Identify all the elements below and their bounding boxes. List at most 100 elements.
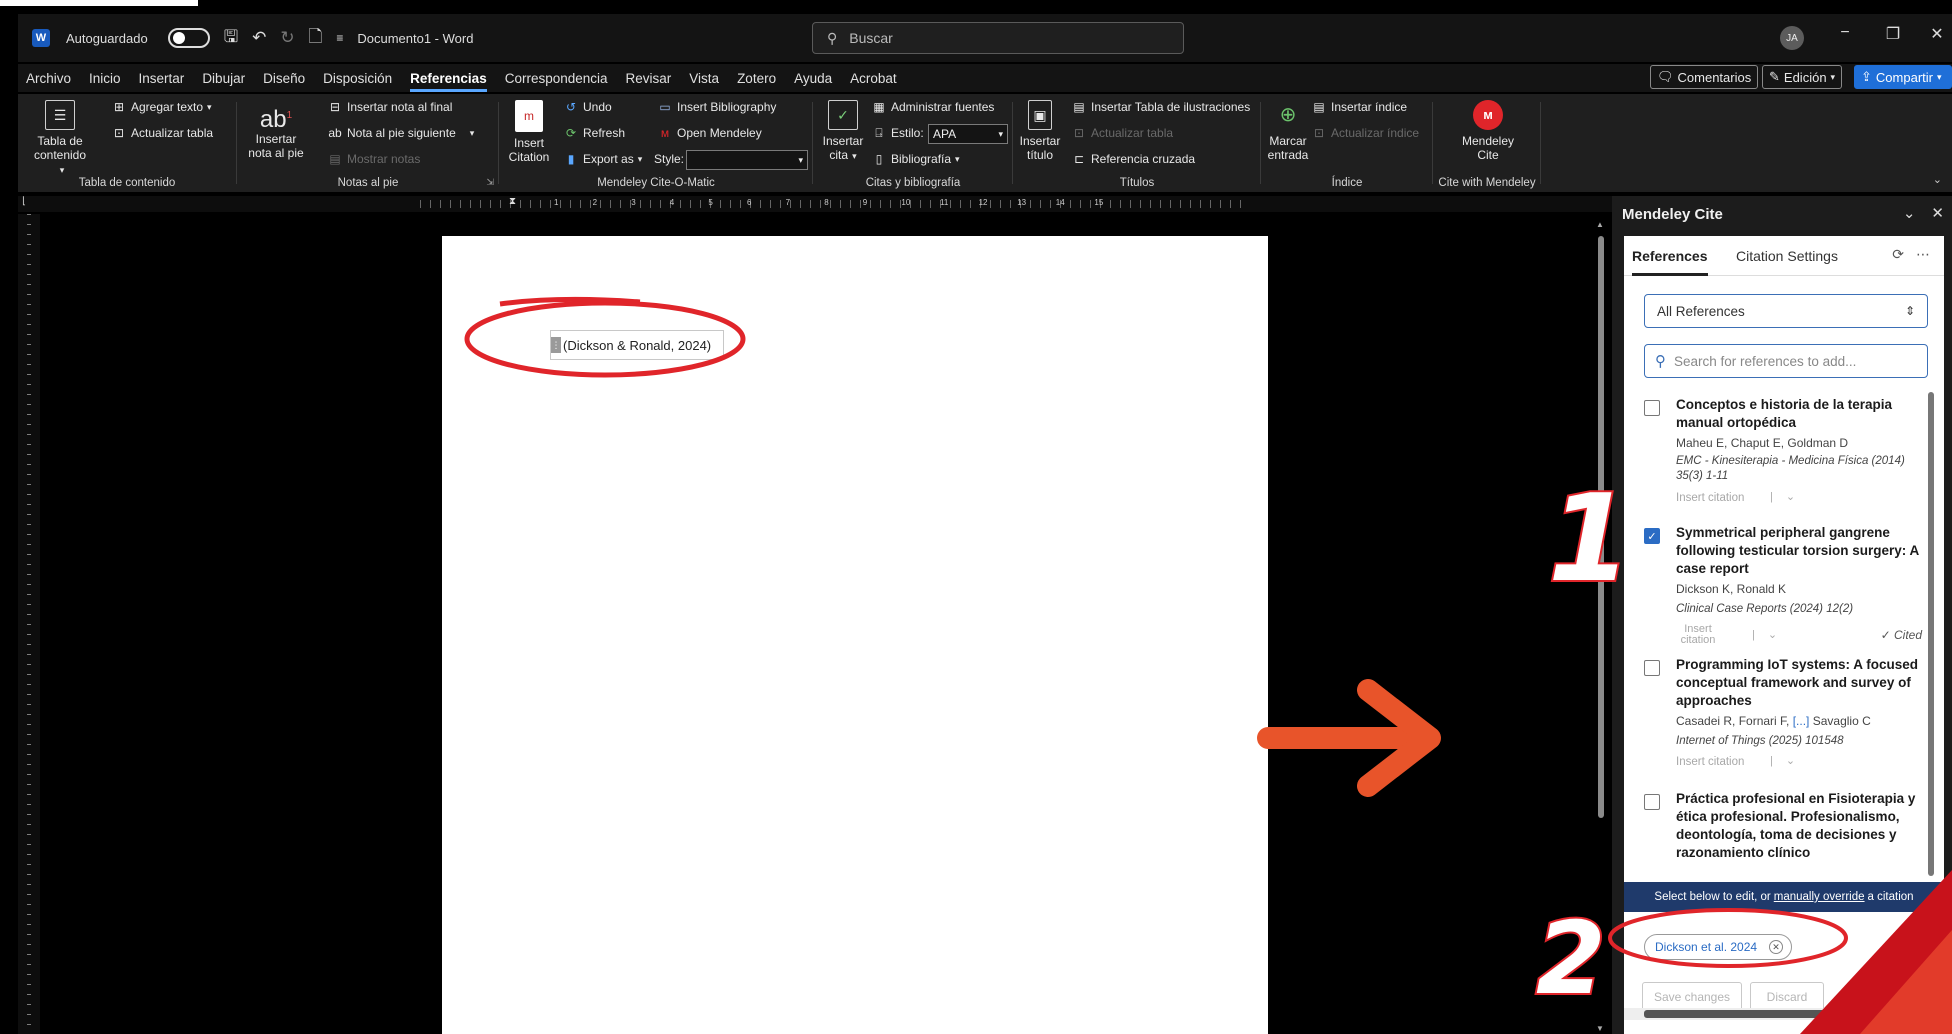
insert-citation-line-2: citation bbox=[1680, 634, 1716, 646]
scroll-up-icon[interactable]: ▲ bbox=[1596, 220, 1604, 229]
bibliography-button[interactable]: ▯ Bibliografía ▾ bbox=[872, 152, 960, 166]
new-document-icon[interactable]: 🗋 bbox=[309, 24, 323, 53]
insert-endnote-button[interactable]: ⊟ Insertar nota al final bbox=[328, 100, 452, 114]
reference-search-input[interactable]: ⚲ Search for references to add... bbox=[1644, 344, 1928, 378]
insert-footnote-button[interactable]: ab1 Insertar nota al pie bbox=[246, 100, 306, 160]
comments-button[interactable]: 🗨 Comentarios bbox=[1650, 65, 1759, 89]
sync-icon[interactable]: ⟳ bbox=[1892, 246, 1904, 262]
chevron-down-icon[interactable]: ⌄ bbox=[1768, 629, 1777, 641]
chevron-down-icon[interactable]: ⌄ bbox=[1786, 755, 1795, 767]
search-box[interactable]: ⚲ Buscar bbox=[812, 22, 1184, 54]
annotation-number-1: 1 bbox=[1546, 468, 1633, 611]
style-select[interactable]: ▾ bbox=[686, 150, 808, 170]
tab-inicio[interactable]: Inicio bbox=[89, 71, 121, 86]
citation-chip[interactable]: Dickson et al. 2024 ✕ bbox=[1644, 934, 1793, 960]
mendeley-cite-button[interactable]: ᴍ Mendeley Cite bbox=[1448, 100, 1528, 162]
reference-checkbox[interactable] bbox=[1644, 660, 1660, 676]
tab-diseno[interactable]: Diseño bbox=[263, 71, 305, 86]
citation-field[interactable]: ⋮ (Dickson & Ronald, 2024) bbox=[550, 330, 724, 360]
ruler-number: 12 bbox=[978, 198, 988, 207]
menu-bar: Archivo Inicio Insertar Dibujar Diseño D… bbox=[18, 64, 1952, 92]
next-footnote-button[interactable]: ab Nota al pie siguiente ▾ bbox=[328, 126, 474, 140]
refresh-button[interactable]: ⟳ Refresh bbox=[564, 126, 625, 140]
open-mendeley-button[interactable]: ᴍ Open Mendeley bbox=[658, 126, 762, 140]
vertical-ruler[interactable] bbox=[18, 214, 40, 1034]
manually-override-link[interactable]: manually override bbox=[1774, 891, 1865, 903]
tab-vista[interactable]: Vista bbox=[689, 71, 719, 86]
group-captions: ▣ Insertar título ▤ Insertar Tabla de ilu… bbox=[1014, 94, 1260, 192]
reference-checkbox[interactable] bbox=[1644, 794, 1660, 810]
indent-marker-icon[interactable]: ⧗ bbox=[509, 196, 517, 212]
redo-icon[interactable]: ↻ bbox=[280, 28, 294, 48]
table-of-contents-button[interactable]: ☰ Tabla de contenido▾ bbox=[32, 100, 88, 177]
tab-citation-settings[interactable]: Citation Settings bbox=[1736, 248, 1838, 264]
save-icon[interactable]: 🖫 bbox=[224, 24, 238, 53]
insert-table-of-figures-button[interactable]: ▤ Insertar Tabla de ilustraciones bbox=[1072, 100, 1250, 114]
document-page[interactable]: ⋮ (Dickson & Ronald, 2024) bbox=[442, 236, 1268, 1034]
update-index-button[interactable]: ⊡ Actualizar índice bbox=[1312, 126, 1419, 140]
tab-references[interactable]: References bbox=[1632, 248, 1708, 276]
tab-ayuda[interactable]: Ayuda bbox=[794, 71, 832, 86]
reference-checkbox-checked[interactable]: ✓ bbox=[1644, 528, 1660, 544]
tab-zotero[interactable]: Zotero bbox=[737, 71, 776, 86]
chevron-down-icon[interactable]: ⌄ bbox=[1786, 491, 1795, 503]
insert-citation-button[interactable]: m Insert Citation bbox=[506, 100, 552, 164]
ribbon-separator bbox=[812, 102, 813, 184]
horizontal-ruler[interactable]: 1 2 3 4 5 6 7 8 9 10 11 12 13 14 15 ⧗ bbox=[18, 196, 1612, 212]
export-icon: ▮ bbox=[567, 152, 575, 166]
customize-toolbar-icon[interactable]: ≡ bbox=[336, 31, 343, 45]
close-icon[interactable]: ✕ bbox=[1922, 24, 1952, 44]
export-as-button[interactable]: ▮ Export as ▾ bbox=[564, 152, 643, 166]
citation-style-select[interactable]: APA ▾ bbox=[928, 124, 1008, 144]
insert-index-button[interactable]: ▤ Insertar índice bbox=[1312, 100, 1407, 114]
tab-insertar[interactable]: Insertar bbox=[139, 71, 185, 86]
insert-bibliography-button[interactable]: ▭ Insert Bibliography bbox=[658, 100, 776, 114]
undo-button[interactable]: ↺ Undo bbox=[564, 100, 612, 114]
insert-citation-link[interactable]: Insert citation bbox=[1676, 756, 1744, 768]
insert-citation-link[interactable]: Insert citation bbox=[1668, 624, 1728, 646]
tab-referencias[interactable]: Referencias bbox=[410, 71, 487, 92]
minimize-icon[interactable]: − bbox=[1830, 24, 1860, 42]
remove-citation-icon[interactable]: ✕ bbox=[1769, 940, 1784, 954]
avatar[interactable]: JA bbox=[1780, 26, 1804, 50]
scroll-down-icon[interactable]: ▼ bbox=[1596, 1024, 1604, 1033]
update-figures-table-button[interactable]: ⊡ Actualizar tabla bbox=[1072, 126, 1173, 140]
drag-handle-icon[interactable]: ⋮ bbox=[551, 337, 561, 353]
cited-status: ✓ Cited bbox=[1880, 628, 1922, 642]
tab-selector-icon[interactable]: ⌊ bbox=[22, 196, 26, 207]
mark-entry-button[interactable]: ⊕ Marcar entrada bbox=[1264, 100, 1312, 162]
reference-journal: Internet of Things (2025) 101548 bbox=[1676, 735, 1844, 747]
reference-checkbox[interactable] bbox=[1644, 400, 1660, 416]
insert-cite-button[interactable]: ✓ Insertar cita ▾ bbox=[820, 100, 866, 163]
manage-sources-button[interactable]: ▦ Administrar fuentes bbox=[872, 100, 994, 114]
tab-archivo[interactable]: Archivo bbox=[26, 71, 71, 86]
cross-reference-button[interactable]: ⊏ Referencia cruzada bbox=[1072, 152, 1195, 166]
insert-citation-link[interactable]: Insert citation bbox=[1676, 492, 1744, 504]
ruler-numbers: 1 2 3 4 5 6 7 8 9 10 11 12 13 14 15 bbox=[18, 197, 1612, 211]
close-icon[interactable]: ✕ bbox=[1931, 205, 1944, 222]
update-table-button[interactable]: ⊡ Actualizar tabla bbox=[112, 126, 213, 140]
more-options-icon[interactable]: ⋯ bbox=[1916, 246, 1930, 262]
tab-dibujar[interactable]: Dibujar bbox=[202, 71, 245, 86]
restore-icon[interactable]: ❐ bbox=[1878, 24, 1908, 44]
undo-icon[interactable]: ↶ bbox=[252, 28, 266, 48]
library-select[interactable]: All References ⇕ bbox=[1644, 294, 1928, 328]
pane-horizontal-scrollbar-thumb[interactable] bbox=[1644, 1010, 1884, 1018]
pane-scrollbar[interactable] bbox=[1928, 392, 1934, 876]
tab-correspondencia[interactable]: Correspondencia bbox=[505, 71, 608, 86]
autosave-toggle[interactable] bbox=[167, 28, 210, 48]
tab-acrobat[interactable]: Acrobat bbox=[850, 71, 897, 86]
show-notes-button[interactable]: ▤ Mostrar notas bbox=[328, 152, 420, 166]
share-button[interactable]: ⇪ Compartir ▾ bbox=[1854, 65, 1952, 89]
editing-mode-button[interactable]: ✎ Edición ▾ bbox=[1762, 65, 1843, 89]
insert-caption-button[interactable]: ▣ Insertar título bbox=[1018, 100, 1062, 162]
authors-expand-link[interactable]: [...] bbox=[1793, 714, 1810, 728]
chevron-down-icon[interactable]: ⌄ bbox=[1903, 205, 1916, 222]
dialog-launcher-icon[interactable]: ⇲ bbox=[486, 177, 494, 188]
add-text-button[interactable]: ⊞ Agregar texto ▾ bbox=[112, 100, 212, 114]
tab-revisar[interactable]: Revisar bbox=[626, 71, 672, 86]
tab-disposicion[interactable]: Disposición bbox=[323, 71, 392, 86]
comments-label: Comentarios bbox=[1677, 69, 1752, 85]
mark-entry-label-1: Marcar bbox=[1269, 134, 1307, 148]
ribbon-collapse-icon[interactable]: ⌄ bbox=[1933, 173, 1942, 186]
